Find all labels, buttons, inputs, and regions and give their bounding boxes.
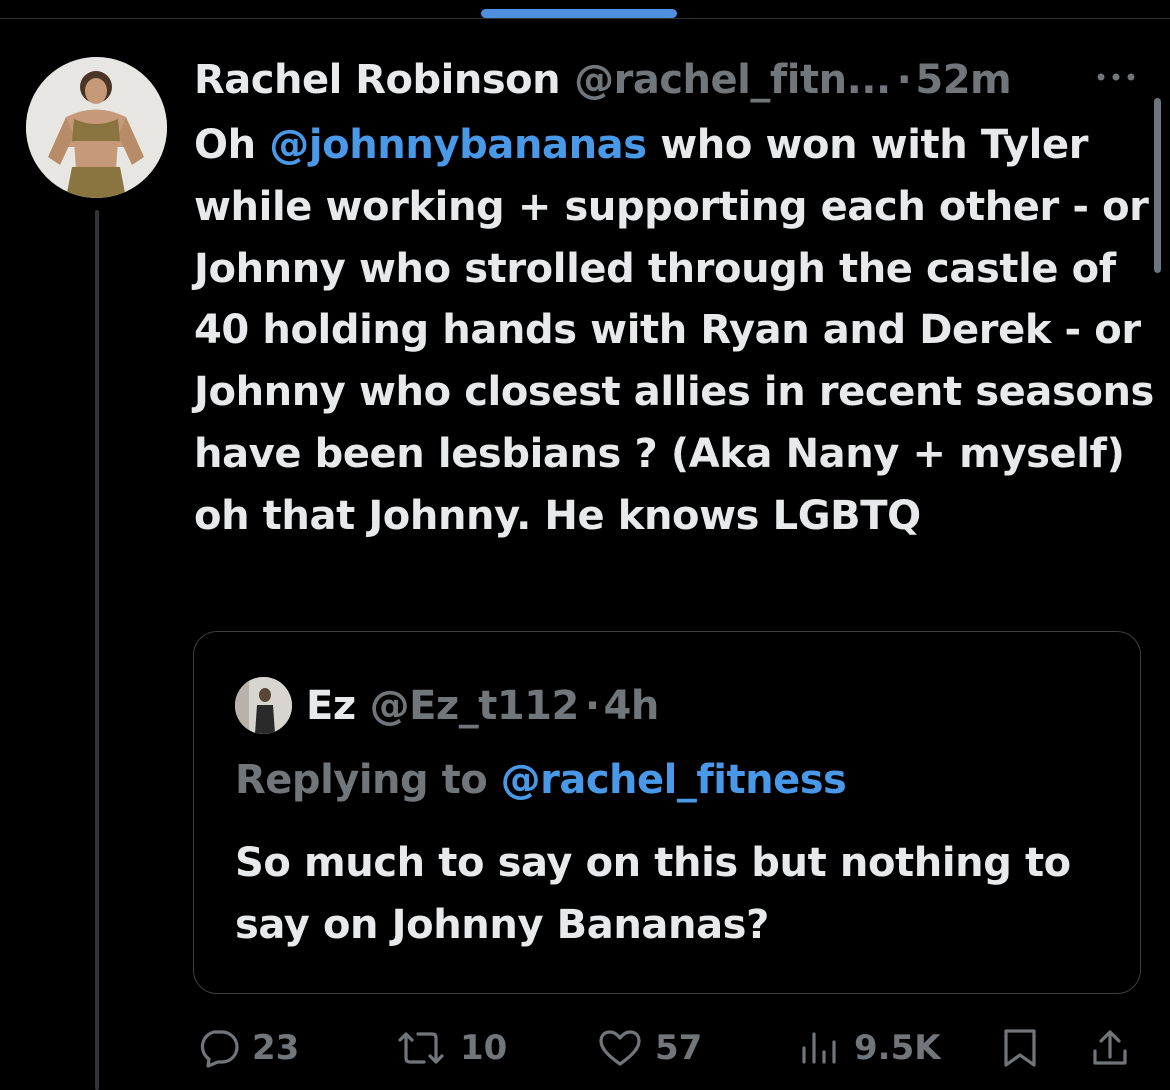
replying-to-label: Replying to: [235, 757, 501, 803]
more-horizontal-icon: [1097, 73, 1135, 81]
tweet-text: Oh @johnnybananas who won with Tyler whi…: [194, 115, 1154, 548]
replying-to-handle[interactable]: @rachel_fitness: [501, 757, 847, 803]
quote-author-name[interactable]: Ez: [306, 683, 356, 729]
quote-author-handle[interactable]: @Ez_t112: [370, 683, 580, 729]
bookmark-button[interactable]: [1000, 1026, 1040, 1070]
quote-timestamp[interactable]: 4h: [604, 683, 660, 729]
tweet-text-part: Oh: [194, 122, 270, 168]
quote-header: Ez @Ez_t112 · 4h: [306, 677, 659, 734]
bar-chart-icon: [802, 1032, 836, 1064]
tweet-action-bar: 23 10 57 9.5K: [0, 1020, 1170, 1073]
tweet-header: Rachel Robinson @rachel_fitn... · 52m: [194, 54, 1012, 106]
quote-avatar-photo: [235, 677, 292, 734]
bookmark-icon: [1004, 1029, 1036, 1067]
share-upload-icon: [1093, 1030, 1127, 1065]
author-avatar[interactable]: [26, 57, 167, 198]
scrollbar[interactable]: [1154, 98, 1161, 273]
quote-text: So much to say on this but nothing to sa…: [235, 840, 1071, 948]
views-button[interactable]: 9.5K: [798, 1026, 941, 1070]
repost-arrows-icon: [398, 1032, 444, 1064]
thread-connector-line: [95, 210, 99, 1090]
more-options-button[interactable]: [1092, 62, 1140, 92]
mention-link[interactable]: @johnnybananas: [269, 122, 647, 168]
author-handle[interactable]: @rachel_fitn...: [574, 57, 891, 103]
like-count: 57: [655, 1028, 703, 1068]
top-divider: [0, 18, 1170, 19]
author-name[interactable]: Rachel Robinson: [194, 57, 561, 103]
tweet-timestamp[interactable]: 52m: [915, 57, 1011, 103]
separator-dot: ·: [896, 57, 912, 103]
quoted-tweet-card[interactable]: Ez @Ez_t112 · 4h Replying to @rachel_fit…: [193, 631, 1141, 994]
tweet-text-part: who won with Tyler while working + suppo…: [194, 122, 1154, 539]
reply-count: 23: [252, 1028, 300, 1068]
quote-author-avatar[interactable]: [235, 677, 292, 734]
reply-button[interactable]: 23: [196, 1026, 299, 1070]
repost-count: 10: [460, 1028, 508, 1068]
avatar-photo: [26, 57, 167, 198]
like-button[interactable]: 57: [597, 1026, 702, 1070]
pull-indicator: [481, 9, 677, 18]
quote-separator-dot: ·: [584, 682, 600, 729]
share-button[interactable]: [1090, 1026, 1130, 1070]
repost-button[interactable]: 10: [394, 1026, 507, 1070]
view-count: 9.5K: [854, 1028, 941, 1068]
reply-bubble-icon: [200, 1030, 239, 1068]
heart-icon: [599, 1030, 641, 1066]
replying-to-line: Replying to @rachel_fitness: [235, 757, 847, 803]
